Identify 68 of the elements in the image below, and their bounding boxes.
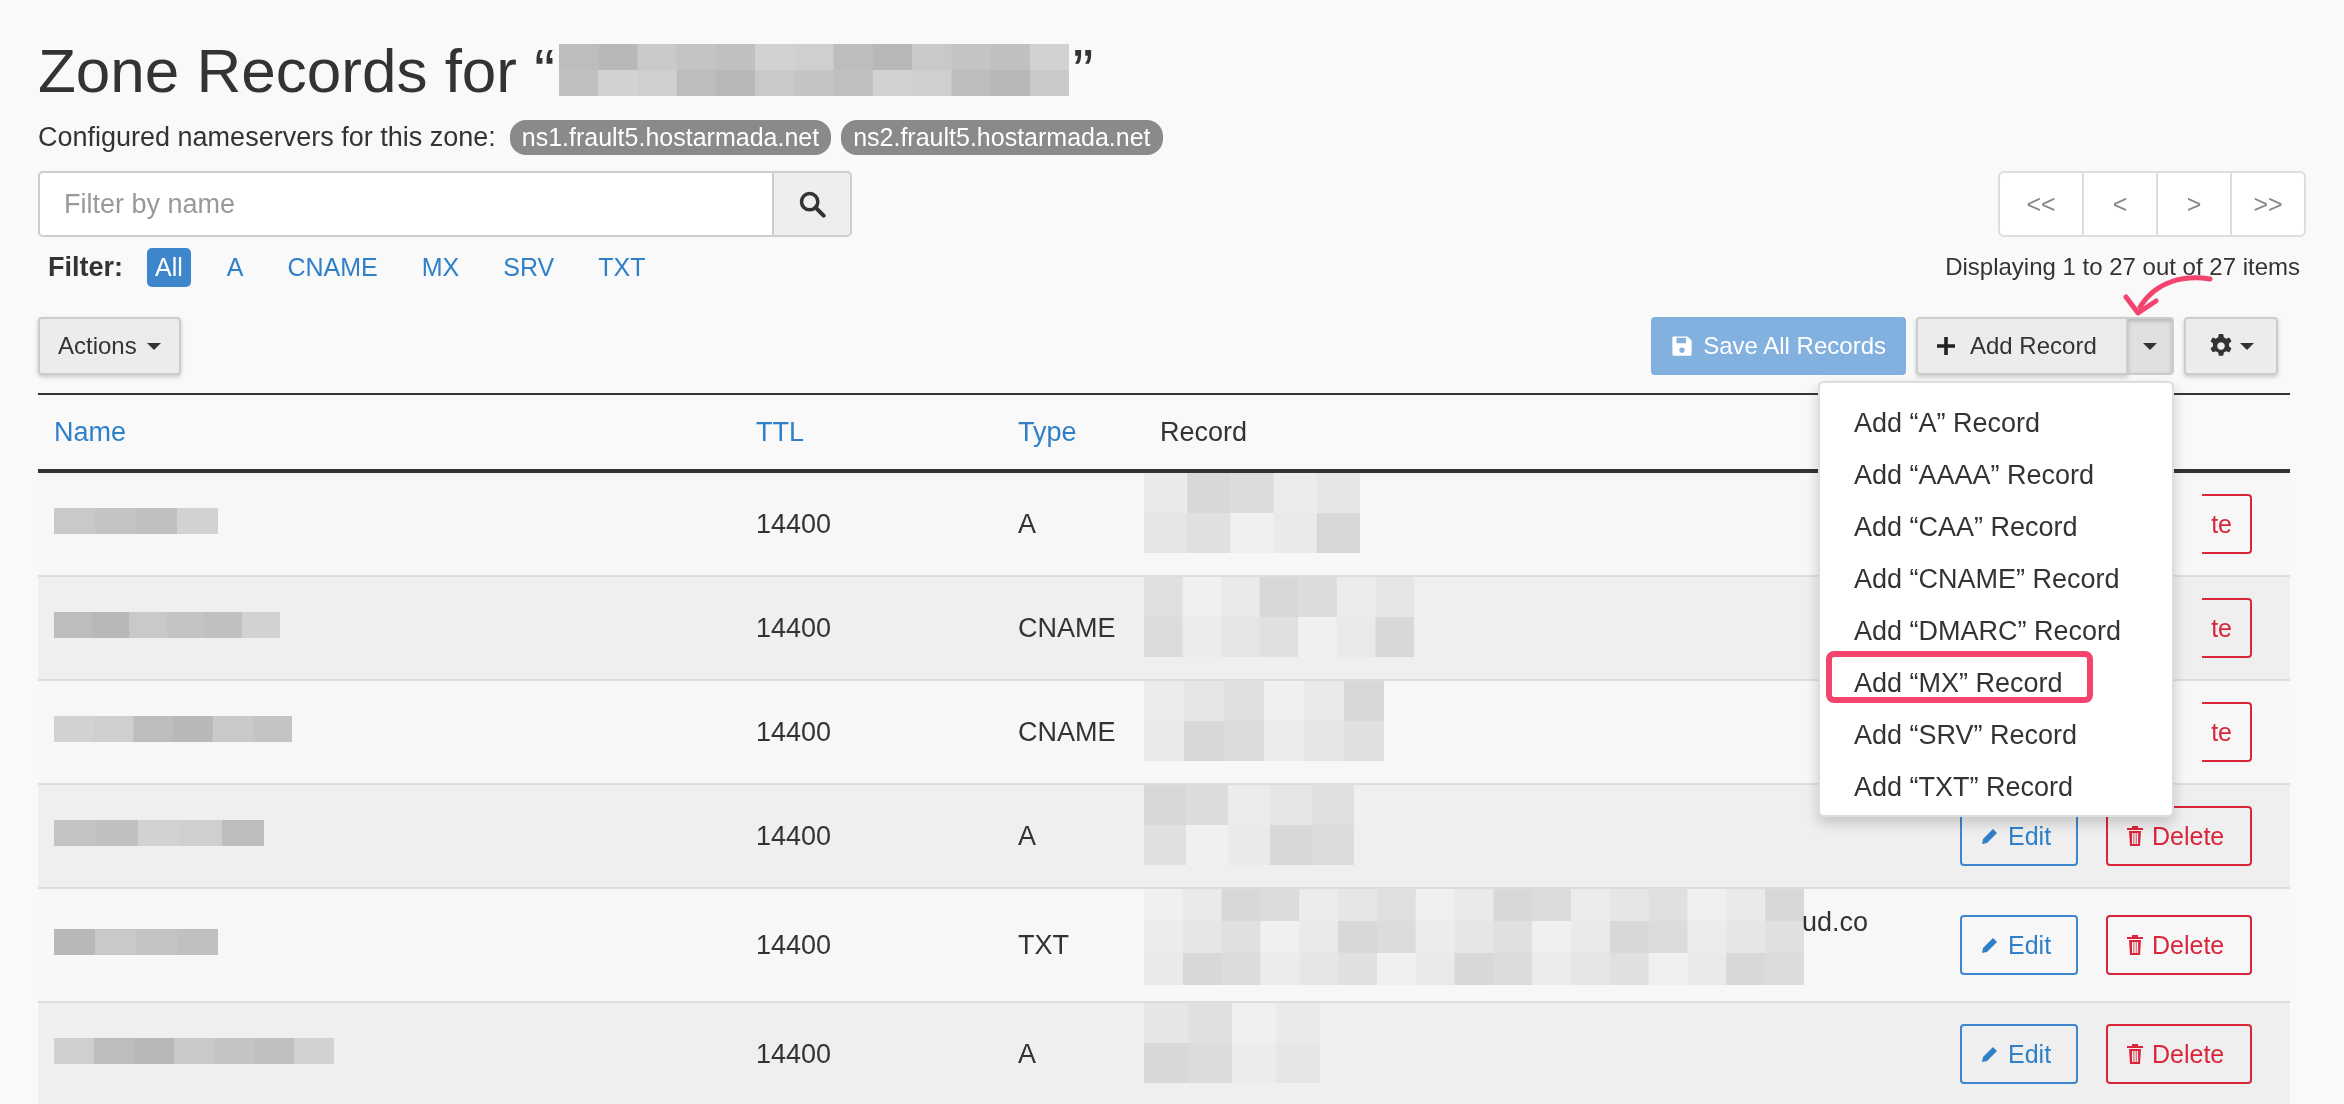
caret-icon <box>2240 342 2254 350</box>
menu-item[interactable]: Add “AAAA” Record <box>1826 443 2166 495</box>
menu-item[interactable]: Add “TXT” Record <box>1826 755 2166 807</box>
ttl-cell-text: 14400 <box>755 716 833 748</box>
type-cell-text: A <box>1017 820 1037 852</box>
filter-option[interactable]: MX <box>413 247 468 287</box>
edit-button[interactable]: Edit <box>1960 1024 2078 1084</box>
type-cell-text: CNAME <box>1017 612 1117 644</box>
delete-button[interactable]: te <box>2202 598 2252 658</box>
page-button[interactable]: < <box>2082 173 2156 235</box>
menu-item[interactable]: Add “DMARC” Record <box>1826 599 2166 651</box>
type-cell-text: TXT <box>1017 929 1070 961</box>
edit-button[interactable]: Edit <box>1960 915 2078 975</box>
settings-button[interactable] <box>2184 317 2278 375</box>
delete-button[interactable]: Delete <box>2106 806 2252 866</box>
ttl-cell-text: 14400 <box>755 820 833 852</box>
pencil-icon <box>1980 826 2000 846</box>
record-cell: ud.co <box>1802 907 1869 938</box>
nameserver-badge: ns2.frault5.hostarmada.net <box>841 120 1163 155</box>
actions-button[interactable]: Actions <box>38 317 181 375</box>
menu-item[interactable]: Add “CAA” Record <box>1826 495 2166 547</box>
menu-item[interactable]: Add “MX” Record <box>1826 651 2093 703</box>
page-button[interactable]: > <box>2156 173 2230 235</box>
closing-quote: ” <box>1072 34 1094 106</box>
column-header[interactable]: Type <box>1018 416 1077 448</box>
page-button[interactable]: << <box>2000 173 2082 235</box>
pencil-icon <box>1980 935 2000 955</box>
filter-option[interactable]: TXT <box>590 247 654 287</box>
plus-icon <box>1936 336 1956 356</box>
filter-label: Filter: <box>48 251 123 283</box>
filter-option[interactable]: CNAME <box>279 247 386 287</box>
delete-button[interactable]: te <box>2202 494 2252 554</box>
nameserver-badge: ns1.frault5.hostarmada.net <box>509 120 832 155</box>
type-cell-text: A <box>1017 508 1037 540</box>
ttl-cell-text: 14400 <box>755 929 833 961</box>
search-icon <box>798 190 826 218</box>
delete-button[interactable]: te <box>2202 702 2252 762</box>
ttl-cell-text: 14400 <box>755 508 833 540</box>
caret-icon <box>146 342 161 350</box>
filter-option[interactable]: All <box>147 247 191 287</box>
filter-option[interactable]: SRV <box>495 247 563 287</box>
delete-button[interactable]: Delete <box>2106 1024 2252 1084</box>
caret-icon <box>2143 342 2157 350</box>
column-header: Record <box>1160 416 1248 448</box>
page-button[interactable]: >> <box>2230 173 2304 235</box>
column-header[interactable]: TTL <box>756 416 804 448</box>
trash-icon <box>2126 825 2144 847</box>
type-cell-text: CNAME <box>1017 716 1117 748</box>
pencil-icon <box>1980 1044 2000 1064</box>
trash-icon <box>2126 934 2144 956</box>
search-button[interactable] <box>774 171 852 237</box>
ttl-cell-text: 14400 <box>755 1038 833 1070</box>
ttl-cell-text: 14400 <box>755 612 833 644</box>
page-title: Zone Records for “ <box>38 34 555 106</box>
menu-item[interactable]: Add “SRV” Record <box>1826 703 2166 755</box>
type-cell-text: A <box>1017 1038 1037 1070</box>
pagination-summary: Displaying 1 to 27 out of 27 items <box>1945 253 2300 281</box>
menu-item[interactable]: Add “CNAME” Record <box>1826 547 2166 599</box>
trash-icon <box>2126 1043 2144 1065</box>
search-field[interactable]: Filter by name <box>38 171 774 237</box>
column-header[interactable]: Name <box>54 416 127 448</box>
filter-option[interactable]: A <box>218 247 252 287</box>
settings-icon <box>2208 333 2234 359</box>
dropdown-toggle[interactable] <box>2128 317 2174 375</box>
add-record-button[interactable]: Add Record <box>1916 317 2128 375</box>
delete-button[interactable]: Delete <box>2106 915 2252 975</box>
menu-item[interactable]: Add “A” Record <box>1826 391 2166 443</box>
nameservers-label: Configured nameservers for this zone: <box>38 122 496 153</box>
